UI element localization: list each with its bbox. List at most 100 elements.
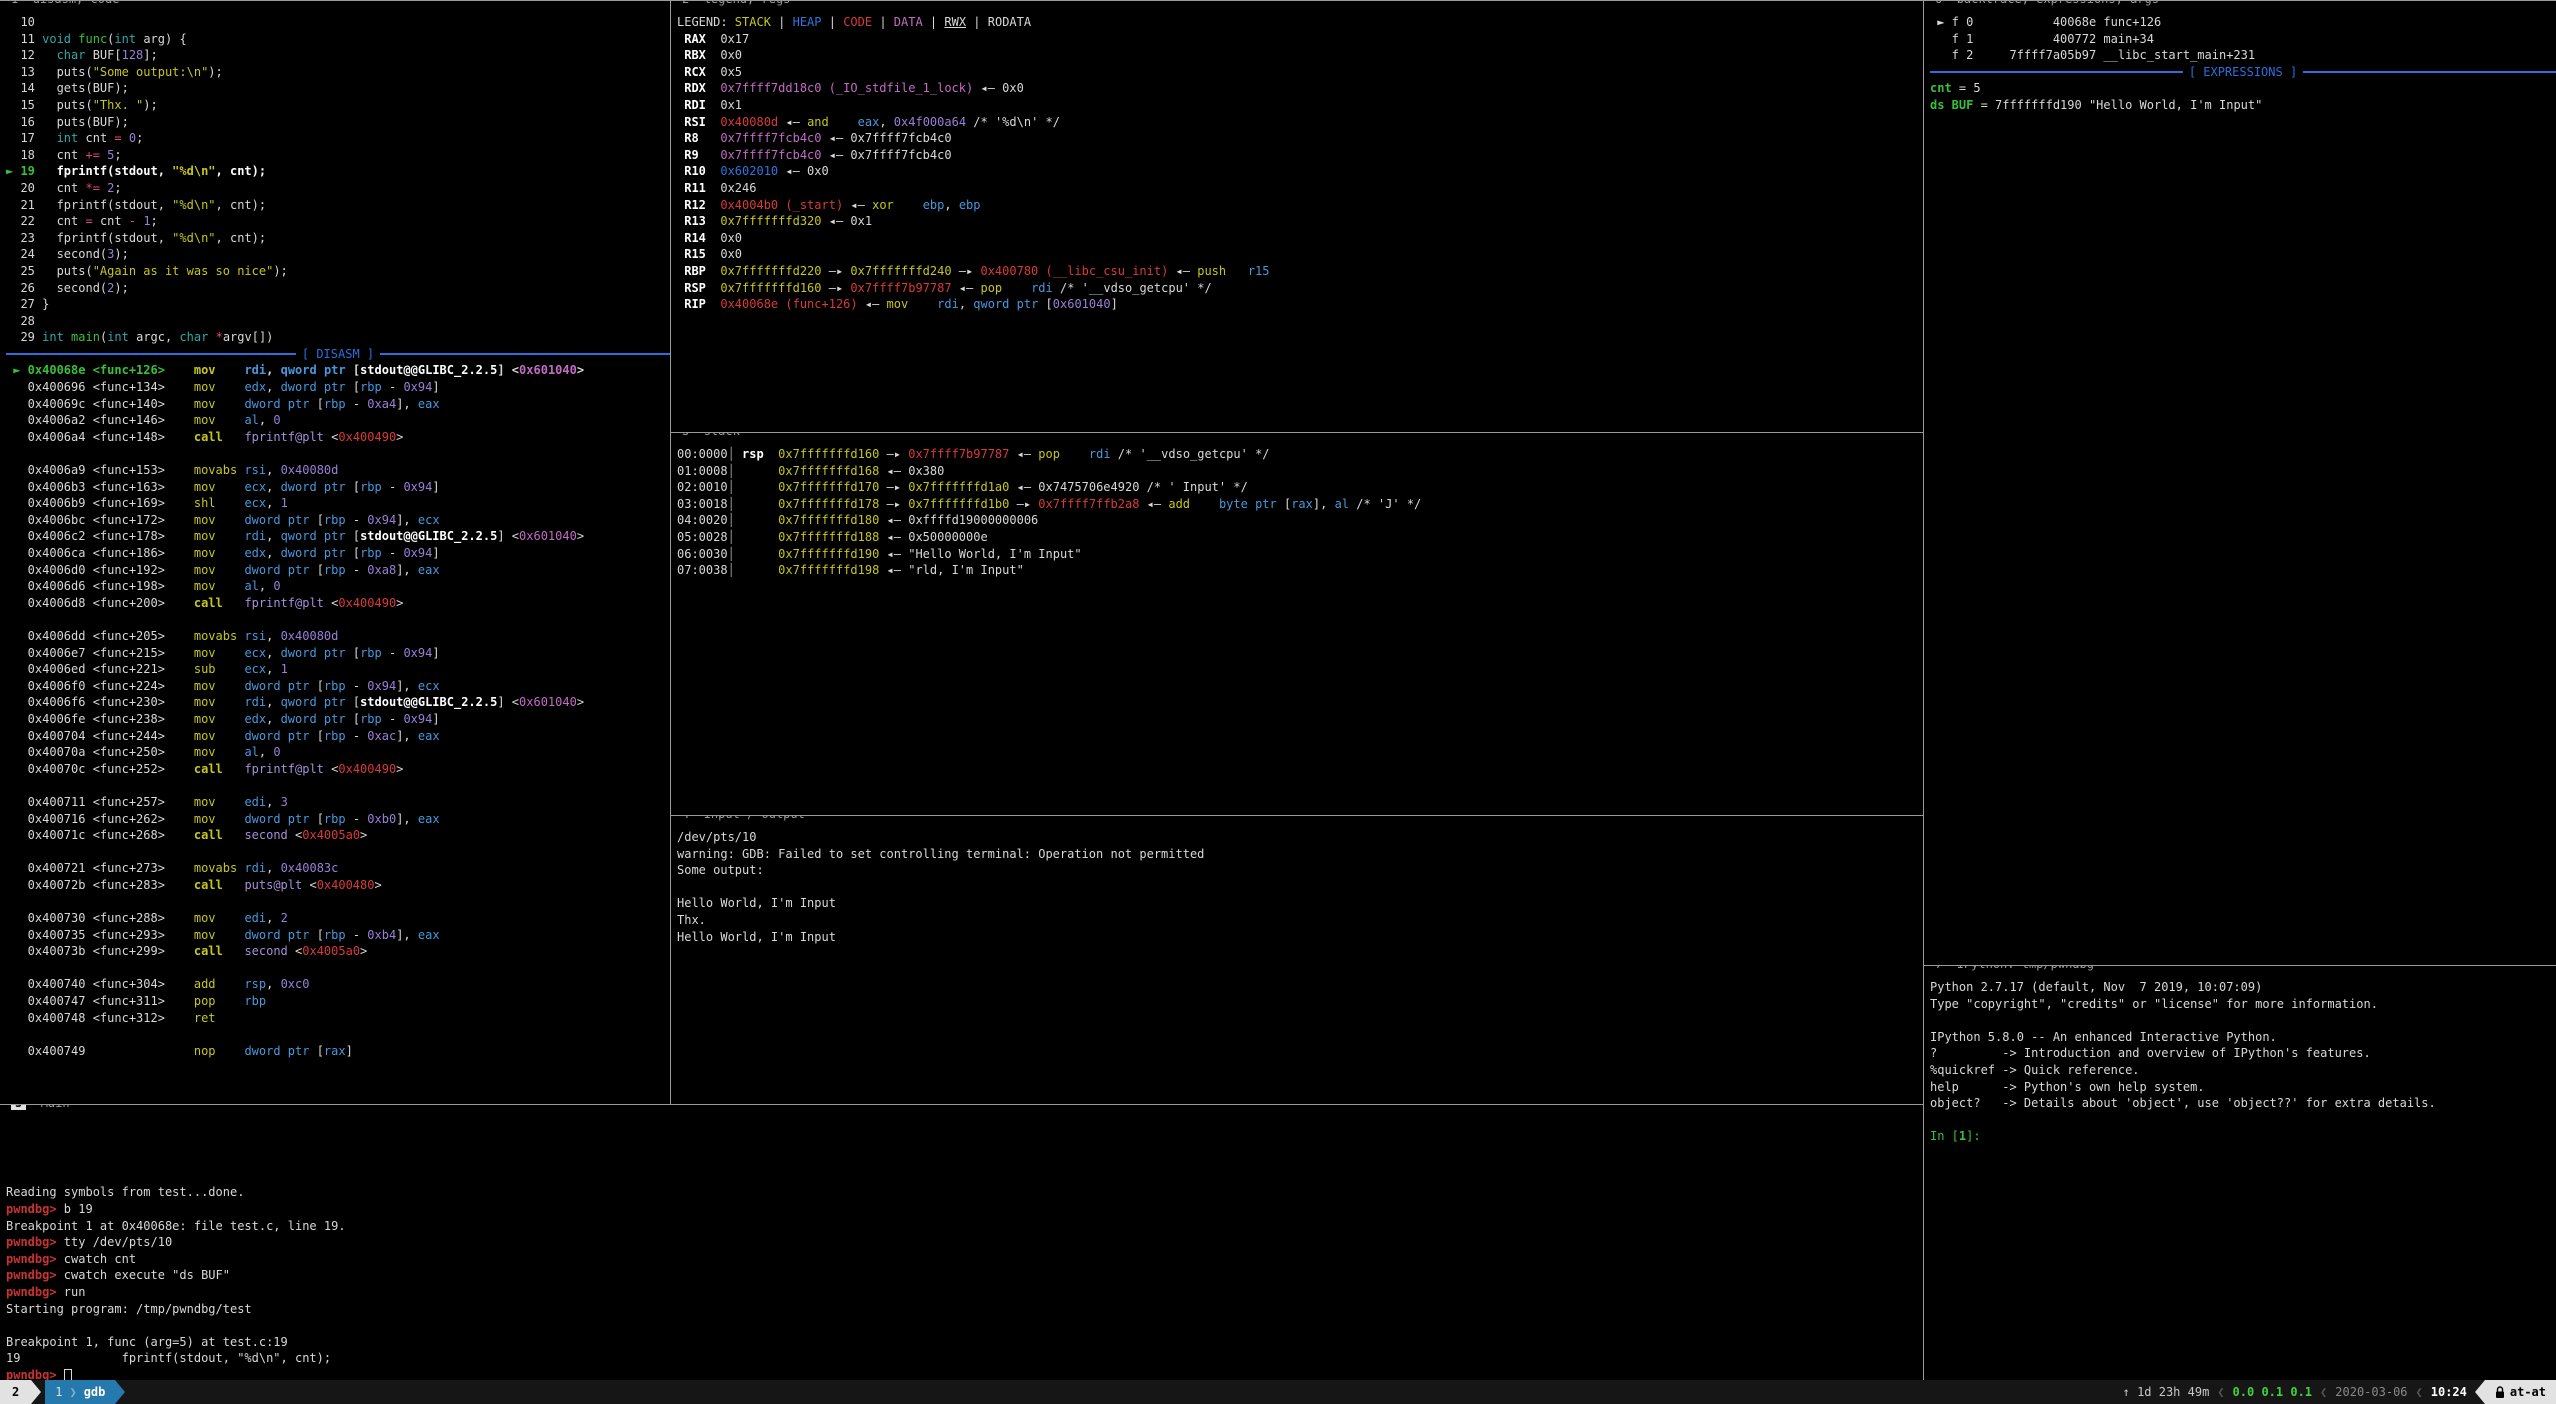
powerline-separator-icon: ❮	[2416, 1380, 2423, 1404]
terminal-row: Hello World, I'm Input	[677, 929, 1923, 946]
status-right: ↑ 1d 23h 49m ❮ 0.0 0.1 0.1 ❮ 2020-03-06 …	[2115, 1380, 2556, 1404]
terminal-row	[6, 1317, 1923, 1334]
terminal-row: 24 second(3);	[6, 246, 670, 263]
window-index: 1	[55, 1385, 62, 1399]
terminal-row	[6, 1168, 1923, 1185]
terminal-row: RDI 0x1	[677, 97, 1923, 114]
status-time: 10:24	[2423, 1380, 2475, 1404]
terminal-row: pwndbg> cwatch execute "ds BUF"	[6, 1267, 1923, 1284]
pane-title: 4 "Input / Output"	[679, 815, 815, 821]
terminal-row: 0x400747 <func+311> pop rbp	[6, 993, 670, 1010]
pane-ipython[interactable]: 7 "IPython: tmp/pwndbg" Python 2.7.17 (d…	[1923, 965, 2556, 1380]
powerline-arrow-icon	[2475, 1380, 2485, 1404]
terminal-row: R10 0x602010 ◂— 0x0	[677, 163, 1923, 180]
terminal-row: R14 0x0	[677, 230, 1923, 247]
terminal-row: 02:0010│ 0x7fffffffd170 —▸ 0x7fffffffd1a…	[677, 479, 1923, 496]
lock-icon	[2495, 1386, 2505, 1399]
terminal-row	[6, 611, 670, 628]
terminal-row	[1930, 1012, 2556, 1029]
terminal-row: 0x4006fe <func+238> mov edx, dword ptr […	[6, 711, 670, 728]
terminal-row: 0x4006d6 <func+198> mov al, 0	[6, 578, 670, 595]
terminal-row: RBX 0x0	[677, 47, 1923, 64]
terminal-row: 05:0028│ 0x7fffffffd188 ◂— 0x50000000e	[677, 529, 1923, 546]
terminal-row: RAX 0x17	[677, 31, 1923, 48]
terminal-row: 20 cnt *= 2;	[6, 180, 670, 197]
terminal-row	[6, 445, 670, 462]
pane-disasm-code[interactable]: 1 "disasm, code" 10 11 void func(int arg…	[0, 0, 670, 1104]
disasm-code-content: 10 11 void func(int arg) { 12 char BUF[1…	[0, 1, 670, 1059]
terminal-row: 0x4006a9 <func+153> movabs rsi, 0x40080d	[6, 462, 670, 479]
powerline-separator-icon: ❮	[2320, 1380, 2327, 1404]
terminal-row: 0x4006a4 <func+148> call fprintf@plt <0x…	[6, 429, 670, 446]
terminal-row	[6, 1135, 1923, 1152]
pane-main-gdb[interactable]: 5 "Main" Reading symbols from test...don…	[0, 1104, 1923, 1380]
terminal-row: 0x4006dd <func+205> movabs rsi, 0x40080d	[6, 628, 670, 645]
terminal-row: 27 }	[6, 296, 670, 313]
terminal-row: R8 0x7ffff7fcb4c0 ◂— 0x7ffff7fcb4c0	[677, 130, 1923, 147]
terminal-row: object? -> Details about 'object', use '…	[1930, 1095, 2556, 1112]
uptime-indicator: ↑ 1d 23h 49m	[2115, 1380, 2218, 1404]
terminal-row: 21 fprintf(stdout, "%d\n", cnt);	[6, 197, 670, 214]
pane-stack[interactable]: 3 "stack" 00:0000│ rsp 0x7fffffffd160 —▸…	[670, 432, 1923, 815]
terminal-row: 28	[6, 313, 670, 330]
pane-title: 7 "IPython: tmp/pwndbg"	[1932, 965, 2104, 971]
terminal-row: ? -> Introduction and overview of IPytho…	[1930, 1045, 2556, 1062]
registers-content: LEGEND: STACK | HEAP | CODE | DATA | RWX…	[671, 1, 1923, 313]
terminal-row: 0x4006e7 <func+215> mov ecx, dword ptr […	[6, 645, 670, 662]
terminal-row: RCX 0x5	[677, 64, 1923, 81]
terminal-row: 0x4006b3 <func+163> mov ecx, dword ptr […	[6, 479, 670, 496]
terminal-row: 0x400716 <func+262> mov dword ptr [rbp -…	[6, 811, 670, 828]
terminal-row: 23 fprintf(stdout, "%d\n", cnt);	[6, 230, 670, 247]
terminal-row: Breakpoint 1 at 0x40068e: file test.c, l…	[6, 1218, 1923, 1235]
tmux-window-2-tab[interactable]: 2	[0, 1380, 31, 1404]
window-name: gdb	[84, 1385, 106, 1399]
terminal-row: 0x40070c <func+252> call fprintf@plt <0x…	[6, 761, 670, 778]
terminal-row: 0x4006ca <func+186> mov edx, dword ptr […	[6, 545, 670, 562]
terminal-row	[6, 844, 670, 861]
terminal-row	[6, 1118, 1923, 1135]
terminal-row: IPython 5.8.0 -- An enhanced Interactive…	[1930, 1029, 2556, 1046]
terminal-row: f 1 400772 main+34	[1930, 31, 2556, 48]
powerline-arrow-icon	[115, 1380, 125, 1404]
terminal-row: In [1]:	[1930, 1128, 2556, 1145]
pane-title: 2 "legend, regs"	[679, 0, 801, 6]
terminal-row: R12 0x4004b0 (_start) ◂— xor ebp, ebp	[677, 197, 1923, 214]
terminal-row: Some output:	[677, 862, 1923, 879]
terminal-row: Starting program: /tmp/pwndbg/test	[6, 1301, 1923, 1318]
terminal-row: 0x4006c2 <func+178> mov rdi, qword ptr […	[6, 528, 670, 545]
pane-legend-regs[interactable]: 2 "legend, regs" LEGEND: STACK | HEAP | …	[670, 0, 1923, 432]
terminal-row: 29 int main(int argc, char *argv[])	[6, 329, 670, 346]
pane-title: 1 "disasm, code"	[8, 0, 130, 6]
terminal-row: RSI 0x40080d ◂— and eax, 0x4f000a64 /* '…	[677, 114, 1923, 131]
terminal-row: 01:0008│ 0x7fffffffd168 ◂— 0x380	[677, 463, 1923, 480]
chevron-icon: ❯	[69, 1385, 76, 1399]
hostname-badge: at-at	[2485, 1380, 2556, 1404]
terminal-row: RSP 0x7fffffffd160 —▸ 0x7ffff7b97787 ◂— …	[677, 280, 1923, 297]
pane-input-output[interactable]: 4 "Input / Output" /dev/pts/10warning: G…	[670, 815, 1923, 1104]
terminal-row	[6, 960, 670, 977]
text-cursor	[64, 1369, 72, 1380]
terminal-row: 00:0000│ rsp 0x7fffffffd160 —▸ 0x7ffff7b…	[677, 446, 1923, 463]
active-pane-indicator: 5	[11, 1104, 26, 1110]
terminal-row: 0x400749 nop dword ptr [rax]	[6, 1043, 670, 1060]
up-arrow-icon: ↑	[2123, 1385, 2130, 1399]
terminal-row: 0x40071c <func+268> call second <0x4005a…	[6, 827, 670, 844]
terminal-row: pwndbg> b 19	[6, 1201, 1923, 1218]
terminal-row: 14 gets(BUF);	[6, 80, 670, 97]
section-separator: [ EXPRESSIONS ]	[1930, 64, 2556, 81]
terminal-row	[677, 879, 1923, 896]
terminal-row: Type "copyright", "credits" or "license"…	[1930, 996, 2556, 1013]
terminal-row: 19 fprintf(stdout, "%d\n", cnt);	[6, 1350, 1923, 1367]
terminal-row: 0x400748 <func+312> ret	[6, 1010, 670, 1027]
terminal-row: 0x400696 <func+134> mov edx, dword ptr […	[6, 379, 670, 396]
terminal-row: 0x400704 <func+244> mov dword ptr [rbp -…	[6, 728, 670, 745]
terminal-row: RDX 0x7ffff7dd18c0 (_IO_stdfile_1_lock) …	[677, 80, 1923, 97]
terminal-row: 0x400730 <func+288> mov edi, 2	[6, 910, 670, 927]
tmux-window-1-gdb-tab[interactable]: 1 ❯ gdb	[45, 1380, 115, 1404]
terminal-row: 18 cnt += 5;	[6, 147, 670, 164]
terminal-row: 0x4006b9 <func+169> shl ecx, 1	[6, 495, 670, 512]
pane-backtrace-expressions[interactable]: 6 "backtrace, expressions, args" ► f 0 4…	[1923, 0, 2556, 965]
terminal-row: 03:0018│ 0x7fffffffd178 —▸ 0x7fffffffd1b…	[677, 496, 1923, 513]
terminal-row: pwndbg> cwatch cnt	[6, 1251, 1923, 1268]
terminal-row: 0x4006f0 <func+224> mov dword ptr [rbp -…	[6, 678, 670, 695]
